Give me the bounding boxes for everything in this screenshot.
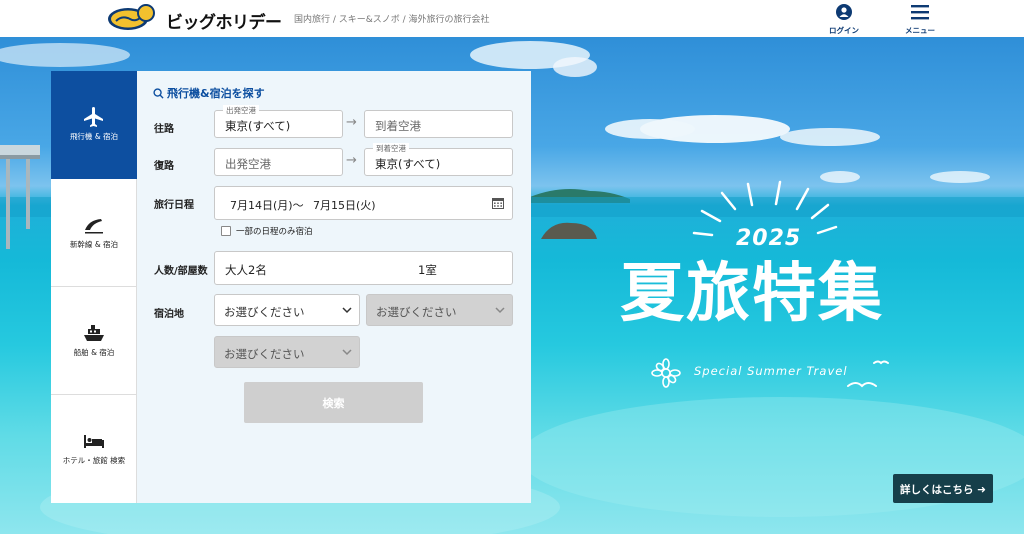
- select-value: お選びください: [224, 305, 305, 319]
- travel-dates-field[interactable]: 7月14日(月)～ 7月15日(火): [214, 186, 513, 220]
- end-date: 7月15日(火): [313, 199, 376, 212]
- login-label: ログイン: [829, 26, 859, 35]
- search-tabs: 飛行機 & 宿泊 新幹線 & 宿泊 船舶 & 宿泊 ホテル・旅館 検索: [51, 71, 146, 503]
- brand-name[interactable]: ビッグホリデー: [166, 8, 282, 33]
- return-arrival-field[interactable]: 到着空港 東京(すべて): [364, 143, 513, 176]
- select-value: お選びください: [376, 305, 457, 319]
- lodging-region-select[interactable]: お選びください: [214, 294, 360, 326]
- banner-subhead: Special Summer Travel: [694, 364, 848, 378]
- return-label: 復路: [154, 161, 174, 172]
- field-floating-label: 出発空港: [223, 105, 259, 116]
- checkbox-label: 一部の日程のみ宿泊: [236, 227, 313, 237]
- dates-label: 旅行日程: [154, 200, 194, 211]
- outbound-label: 往路: [154, 124, 174, 135]
- details-button[interactable]: 詳しくはこちら ➜: [893, 474, 993, 503]
- start-date: 7月14日(月)～: [230, 199, 304, 212]
- airplane-icon: [84, 107, 103, 127]
- user-icon: [836, 4, 852, 20]
- people-label: 人数/部屋数: [154, 266, 208, 277]
- tab-label: 新幹線 & 宿泊: [69, 240, 119, 249]
- tab-label: ホテル・旅館 検索: [62, 456, 126, 465]
- adults-value: 大人2名: [225, 263, 267, 277]
- tagline: 国内旅行 / スキー&スノボ / 海外旅行の旅行会社: [294, 15, 490, 25]
- return-departure-field[interactable]: 出発空港: [214, 148, 343, 176]
- bed-icon: [84, 435, 104, 448]
- tab-hotel-search[interactable]: ホテル・旅館 検索: [51, 395, 137, 503]
- lodging-label: 宿泊地: [154, 309, 184, 320]
- select-value: お選びください: [224, 347, 305, 361]
- login-button[interactable]: ログイン: [824, 4, 864, 35]
- field-floating-label: 到着空港: [373, 143, 409, 154]
- calendar-icon: [492, 198, 504, 209]
- chevron-down-icon: [342, 307, 352, 314]
- search-button-label: 検索: [322, 397, 345, 410]
- people-rooms-field[interactable]: 大人2名 1室: [214, 251, 513, 285]
- details-label: 詳しくはこちら ➜: [900, 484, 986, 496]
- search-icon: [153, 88, 164, 99]
- tab-ship-hotel[interactable]: 船舶 & 宿泊: [51, 287, 137, 395]
- search-button[interactable]: 検索: [244, 382, 423, 423]
- menu-button[interactable]: メニュー: [900, 4, 940, 35]
- search-form: 飛行機&宿泊を探す 往路 出発空港 東京(すべて) → 到着空港 復路 出発空港…: [137, 71, 531, 503]
- lodging-area-select[interactable]: お選びください: [214, 336, 360, 368]
- form-title-text: 飛行機&宿泊を探す: [167, 87, 265, 100]
- shinkansen-icon: [85, 219, 103, 234]
- banner-year: 2025: [736, 226, 802, 251]
- form-title: 飛行機&宿泊を探す: [153, 85, 265, 101]
- tab-label: 飛行機 & 宿泊: [69, 132, 119, 141]
- outbound-departure-field[interactable]: 出発空港 東京(すべて): [214, 105, 343, 138]
- chevron-down-icon: [342, 349, 352, 356]
- chevron-down-icon: [495, 307, 505, 314]
- tab-shinkansen-hotel[interactable]: 新幹線 & 宿泊: [51, 179, 137, 287]
- field-placeholder: 出発空港: [225, 157, 271, 171]
- lodging-prefecture-select[interactable]: お選びください: [366, 294, 513, 326]
- field-value: 東京(すべて): [225, 119, 291, 133]
- field-value: 東京(すべて): [375, 157, 441, 171]
- arrow-right-icon: →: [346, 153, 357, 168]
- checkbox-box[interactable]: [221, 226, 231, 236]
- field-placeholder: 到着空港: [375, 119, 421, 133]
- hamburger-icon: [911, 5, 929, 20]
- arrow-right-icon: →: [346, 115, 357, 130]
- site-header: ビッグホリデー 国内旅行 / スキー&スノボ / 海外旅行の旅行会社 ログイン …: [0, 0, 1024, 37]
- ship-icon: [84, 325, 104, 341]
- banner-headline[interactable]: 夏旅特集: [620, 262, 884, 326]
- big-holiday-logo[interactable]: [106, 4, 160, 32]
- rooms-value: 1室: [418, 263, 437, 277]
- tab-label: 船舶 & 宿泊: [73, 348, 115, 357]
- search-panel: 飛行機 & 宿泊 新幹線 & 宿泊 船舶 & 宿泊 ホテル・旅館 検索 飛行機&…: [51, 71, 531, 503]
- outbound-arrival-field[interactable]: 到着空港: [364, 110, 513, 138]
- menu-label: メニュー: [905, 26, 935, 35]
- tab-flight-hotel[interactable]: 飛行機 & 宿泊: [51, 71, 146, 179]
